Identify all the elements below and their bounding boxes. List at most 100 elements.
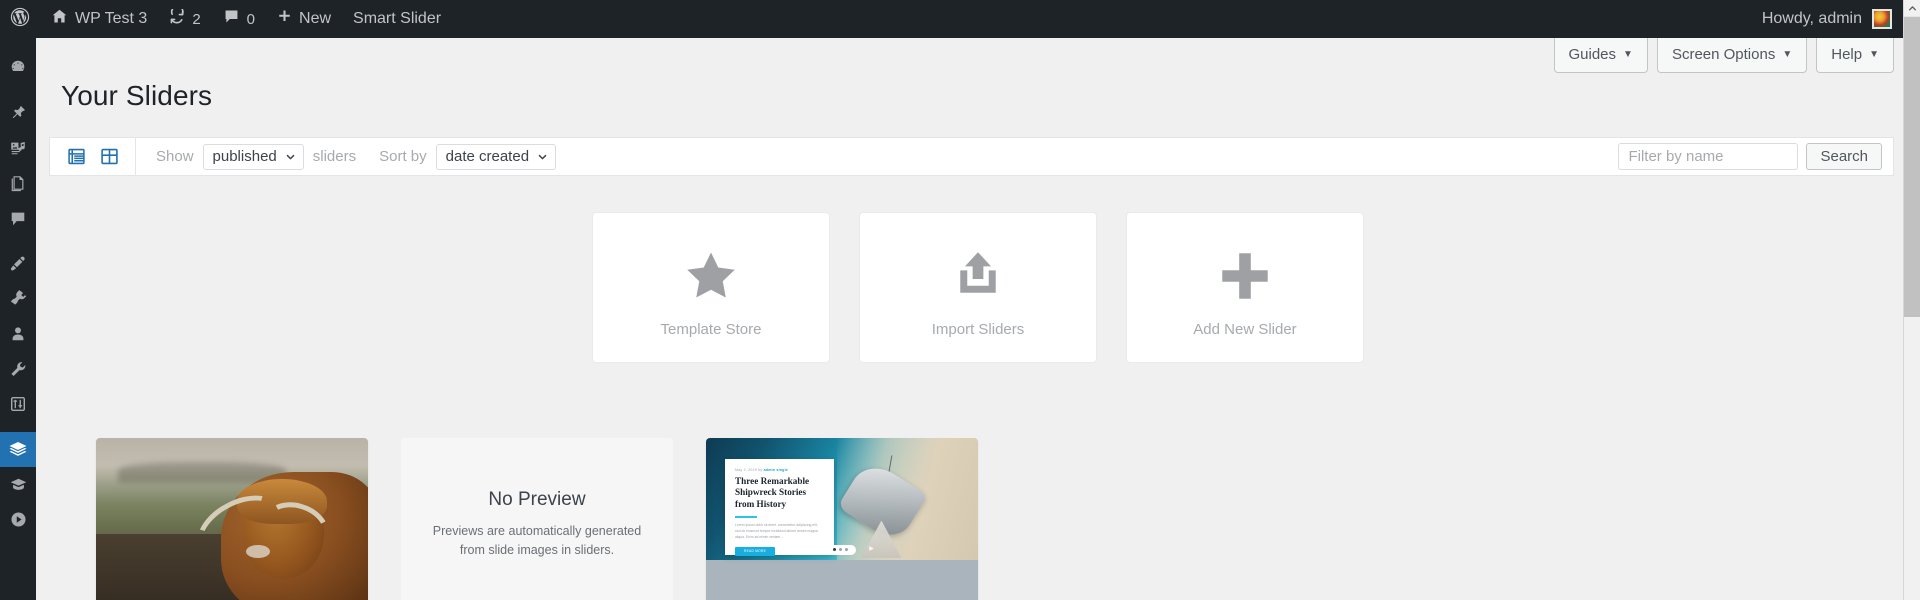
page-title: Your Sliders [61,80,213,111]
sidebar-item-media-player[interactable] [0,502,36,537]
chevron-down-icon: ▼ [1869,49,1879,60]
wordpress-logo-button[interactable] [0,0,40,38]
main-content: Guides ▼ Screen Options ▼ Help ▼ Your Sl… [36,38,1920,600]
chevron-down-icon [286,154,295,159]
overlay-read-more-button[interactable]: READ MORE [735,546,776,556]
vertical-scrollbar[interactable] [1903,0,1920,600]
screen-root: WP Test 3 2 0 New Smart Slider Howdy, ad… [0,0,1920,600]
guides-button[interactable]: Guides ▼ [1553,38,1648,73]
avatar[interactable] [1872,9,1892,29]
howdy-label[interactable]: Howdy, admin [1762,10,1872,28]
screen-options-button[interactable]: Screen Options ▼ [1656,38,1808,73]
new-content-label: New [299,10,332,27]
wp-admin-bar: WP Test 3 2 0 New Smart Slider Howdy, ad… [0,0,1920,38]
comment-bubble-icon [223,8,240,30]
template-store-card[interactable]: Template Store [592,212,830,363]
show-label: Show [156,148,194,165]
comment-bubble-icon [9,209,27,227]
star-icon [680,237,742,315]
paintbrush-icon [9,255,27,273]
filter-controls: Show published sliders Sort by date crea… [136,143,557,170]
import-sliders-card[interactable]: Import Sliders [859,212,1097,363]
dot-1[interactable] [833,548,837,552]
comments-button[interactable]: 0 [212,0,266,38]
sidebar-item-comments[interactable] [0,200,36,235]
add-new-slider-card[interactable]: Add New Slider [1126,212,1364,363]
upload-import-icon [950,237,1006,315]
media-photo-music-icon [9,139,27,157]
grid-view-icon[interactable] [100,147,119,166]
sidebar-item-appearance[interactable] [0,246,36,281]
sidebar-item-pages[interactable] [0,165,36,200]
slider-preview-image[interactable] [96,438,368,600]
sidebar-item-dashboard[interactable] [0,49,36,84]
sort-select[interactable]: date created [435,143,557,170]
updates-icon [169,4,185,30]
slide-overlay-card: May 2, 2019 by admin single Three Remark… [725,458,834,556]
chevron-down-icon [538,154,547,159]
sliders-toolbar: Show published sliders Sort by date crea… [49,137,1894,176]
plus-icon [277,9,292,29]
status-select[interactable]: published [202,143,304,170]
sidebar-item-posts[interactable] [0,95,36,130]
new-content-button[interactable]: New [266,0,342,38]
scrollbar-thumb[interactable] [1904,17,1920,317]
slider-card-full-width-slider[interactable]: May 2, 2019 by admin single Three Remark… [706,438,978,600]
updates-count: 2 [192,10,201,28]
home-icon [51,8,68,30]
site-name-label: WP Test 3 [75,10,148,27]
slider-preview-image[interactable]: May 2, 2019 by admin single Three Remark… [706,438,978,600]
pushpin-icon [9,104,27,122]
sidebar-item-media[interactable] [0,130,36,165]
smart-slider-adminbar-item[interactable]: Smart Slider [342,0,452,38]
list-view-icon[interactable] [67,147,86,166]
overlay-body: Lorem ipsum dolor sit amet, consectetur … [735,522,818,539]
scroll-up-arrow-icon[interactable] [1904,0,1920,17]
dot-3[interactable] [845,548,849,552]
site-name-button[interactable]: WP Test 3 [40,0,158,38]
screen-meta-buttons: Guides ▼ Screen Options ▼ Help ▼ [1553,38,1894,73]
settings-sliders-icon [9,395,27,413]
plug-icon [9,289,27,308]
chevron-down-icon: ▼ [1623,49,1633,60]
sidebar-item-smart-slider[interactable] [0,432,44,467]
pages-document-icon [9,174,27,192]
play-circle-icon [9,510,28,529]
sidebar-item-learn[interactable] [0,467,36,502]
sidebar-item-plugins[interactable] [0,281,36,316]
status-select-value: published [212,148,277,165]
dot-2[interactable] [839,548,843,552]
no-preview-placeholder[interactable]: No Preview Previews are automatically ge… [401,438,673,600]
sidebar-item-settings[interactable] [0,386,36,421]
overlay-meta-date: May 2, 2019 by [735,467,763,472]
help-label: Help [1831,46,1863,63]
sidebar-item-users[interactable] [0,316,36,351]
screen-options-label: Screen Options [1671,46,1776,63]
search-button[interactable]: Search [1806,143,1882,170]
slide-next-arrow-icon[interactable]: ▶ [869,545,874,552]
sidebar-item-tools[interactable] [0,351,36,386]
overlay-divider [735,515,758,518]
slide-pagination-dots[interactable] [825,544,856,555]
view-toggle-group [50,137,136,176]
slider-card-post-slider[interactable]: No Preview Previews are automatically ge… [401,438,673,600]
slider-card-speed[interactable]: Speed [96,438,368,600]
layers-stack-icon [8,440,28,460]
overlay-meta-author: admin single [763,467,788,472]
plus-icon [1216,237,1274,315]
search-input[interactable] [1618,143,1799,170]
admin-bar-right-group: Howdy, admin [1762,9,1920,29]
updates-button[interactable]: 2 [158,0,211,38]
slide-prev-arrow-icon[interactable]: ◀ [804,545,809,552]
guides-label: Guides [1568,46,1617,63]
slider-grid: Speed No Preview Previews are automatica… [96,438,978,600]
help-button[interactable]: Help ▼ [1816,38,1894,73]
sort-by-label: Sort by [379,148,427,165]
sort-select-value: date created [445,148,530,165]
search-group: Search [1618,143,1893,170]
import-sliders-label: Import Sliders [931,321,1025,338]
